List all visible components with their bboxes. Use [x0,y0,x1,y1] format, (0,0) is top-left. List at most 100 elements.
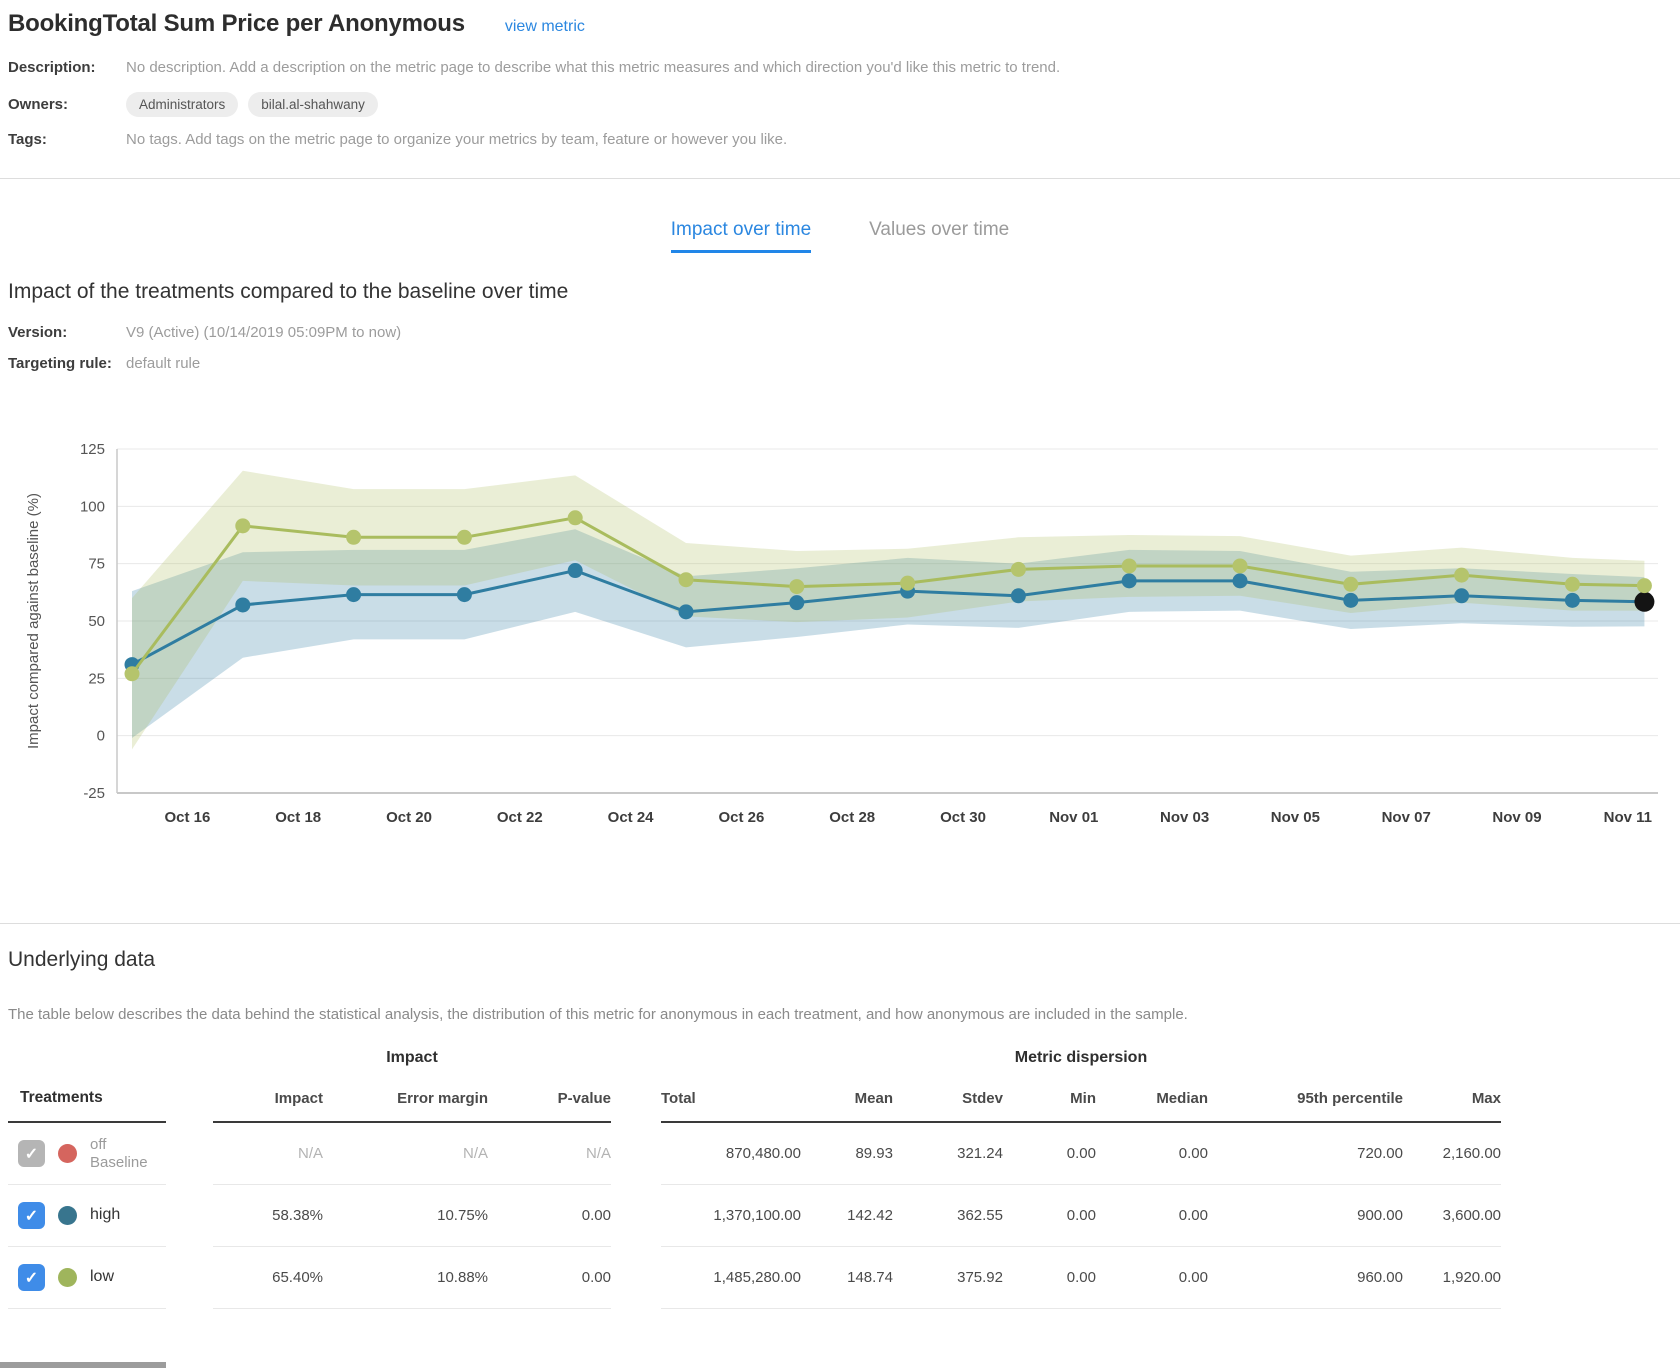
table-cell: 0.00 [1003,1145,1096,1162]
column-header-error-margin: Error margin [323,1090,488,1107]
current-point-marker [1634,592,1654,612]
column-header-min: Min [1003,1090,1096,1107]
high-data-point [789,595,804,610]
low-data-point [679,572,694,587]
owner-chip: bilal.al-shahwany [248,92,378,117]
metric-impact-page: BookingTotal Sum Price per Anonymous vie… [0,0,1680,1368]
table-cell: 375.92 [893,1269,1003,1286]
low-data-point [1454,568,1469,583]
high-data-point [1122,573,1137,588]
dispersion-values-row-low: 1,485,280.00148.74375.920.000.00960.001,… [661,1247,1501,1309]
metric-meta: Description: No description. Add a descr… [0,54,1680,152]
x-tick-label: Oct 24 [608,809,655,826]
treatment-row-off: ✓offBaseline [8,1123,166,1185]
impact-group-label: Impact [213,1041,611,1075]
high-data-point [1565,593,1580,608]
x-tick-label: Oct 20 [386,809,432,826]
x-tick-label: Nov 05 [1271,809,1320,826]
low-data-point [1637,578,1652,593]
treatment-row-low: ✓ low [8,1247,166,1309]
impact-chart-svg: 1251007550250-25Impact compared against … [0,428,1680,843]
underlying-data-description: The table below describes the data behin… [8,1006,1672,1023]
treatment-checkbox-low[interactable]: ✓ [18,1264,45,1291]
x-tick-label: Oct 30 [940,809,986,826]
low-data-point [346,530,361,545]
treatment-label: low [90,1268,114,1286]
treatments-column-header: Treatments [20,1089,103,1107]
page-header: BookingTotal Sum Price per Anonymous vie… [0,0,1680,38]
targeting-rule-label: Targeting rule: [8,355,126,372]
table-cell: 900.00 [1208,1207,1403,1224]
low-data-point [1233,558,1248,573]
low-data-point [900,576,915,591]
tab-values-over-time[interactable]: Values over time [869,219,1009,253]
column-header-max: Max [1403,1090,1501,1107]
treatment-color-dot [58,1144,77,1163]
table-cell: 3,600.00 [1403,1207,1501,1224]
column-header-median: Median [1096,1090,1208,1107]
impact-values-row-off: N/AN/AN/A [213,1123,611,1185]
treatment-name: off [90,1136,148,1153]
column-header-stdev: Stdev [893,1090,1003,1107]
table-cell: 58.38% [213,1207,323,1224]
impact-values-row-low: 65.40%10.88%0.00 [213,1247,611,1309]
impact-over-time-chart: 1251007550250-25Impact compared against … [0,428,1680,843]
table-cell: 321.24 [893,1145,1003,1162]
underlying-data-heading: Underlying data [8,948,1672,972]
x-tick-label: Nov 03 [1160,809,1209,826]
header-divider [0,178,1680,179]
next-row-peek [0,1362,166,1368]
tags-row: Tags: No tags. Add tags on the metric pa… [8,126,1672,152]
treatment-name: low [90,1268,114,1286]
table-cell: 65.40% [213,1269,323,1286]
high-data-point [1233,573,1248,588]
x-tick-label: Nov 01 [1049,809,1098,826]
table-cell: 1,370,100.00 [661,1207,801,1224]
high-data-point [1454,588,1469,603]
high-data-point [1343,593,1358,608]
metric-dispersion-group-block: Metric dispersion TotalMeanStdevMinMedia… [661,1041,1501,1309]
low-data-point [1011,562,1026,577]
tags-value: No tags. Add tags on the metric page to … [126,131,787,148]
description-label: Description: [8,59,126,76]
y-tick-label: 75 [88,556,105,573]
impact-group-block: Impact ImpactError marginP-value N/AN/AN… [213,1041,611,1309]
table-cell: 1,920.00 [1403,1269,1501,1286]
table-cell: 362.55 [893,1207,1003,1224]
table-cell: 89.93 [801,1145,893,1162]
table-cell: 2,160.00 [1403,1145,1501,1162]
y-tick-label: 50 [88,613,105,630]
x-tick-label: Oct 18 [275,809,321,826]
treatment-checkbox-high[interactable]: ✓ [18,1202,45,1229]
table-cell: 0.00 [488,1269,611,1286]
owner-chip: Administrators [126,92,238,117]
treatment-row-high: ✓high [8,1185,166,1247]
table-cell: 0.00 [1096,1145,1208,1162]
y-tick-label: 0 [97,728,105,745]
table-cell: 142.42 [801,1207,893,1224]
column-header-mean: Mean [801,1090,893,1107]
treatments-block: Treatments ✓offBaseline✓high✓low [8,1041,166,1309]
table-cell: N/A [488,1145,611,1162]
x-tick-label: Oct 28 [829,809,875,826]
treatment-color-dot [58,1206,77,1225]
view-metric-link[interactable]: view metric [505,18,585,36]
tab-impact-over-time[interactable]: Impact over time [671,219,811,253]
high-data-point [346,587,361,602]
treatment-color-dot [58,1268,77,1287]
targeting-rule-row: Targeting rule: default rule [8,355,1672,372]
table-cell: 0.00 [1096,1207,1208,1224]
version-value: V9 (Active) (10/14/2019 05:09PM to now) [126,324,401,341]
low-data-point [1565,577,1580,592]
treatment-checkbox-off[interactable]: ✓ [18,1140,45,1167]
table-cell: 960.00 [1208,1269,1403,1286]
low-data-point [125,666,140,681]
x-tick-label: Nov 09 [1492,809,1541,826]
table-cell: 0.00 [488,1207,611,1224]
high-data-point [1011,588,1026,603]
y-tick-label: 100 [80,498,105,515]
low-data-point [568,510,583,525]
column-header-impact: Impact [213,1090,323,1107]
low-data-point [235,518,250,533]
table-cell: 0.00 [1003,1269,1096,1286]
